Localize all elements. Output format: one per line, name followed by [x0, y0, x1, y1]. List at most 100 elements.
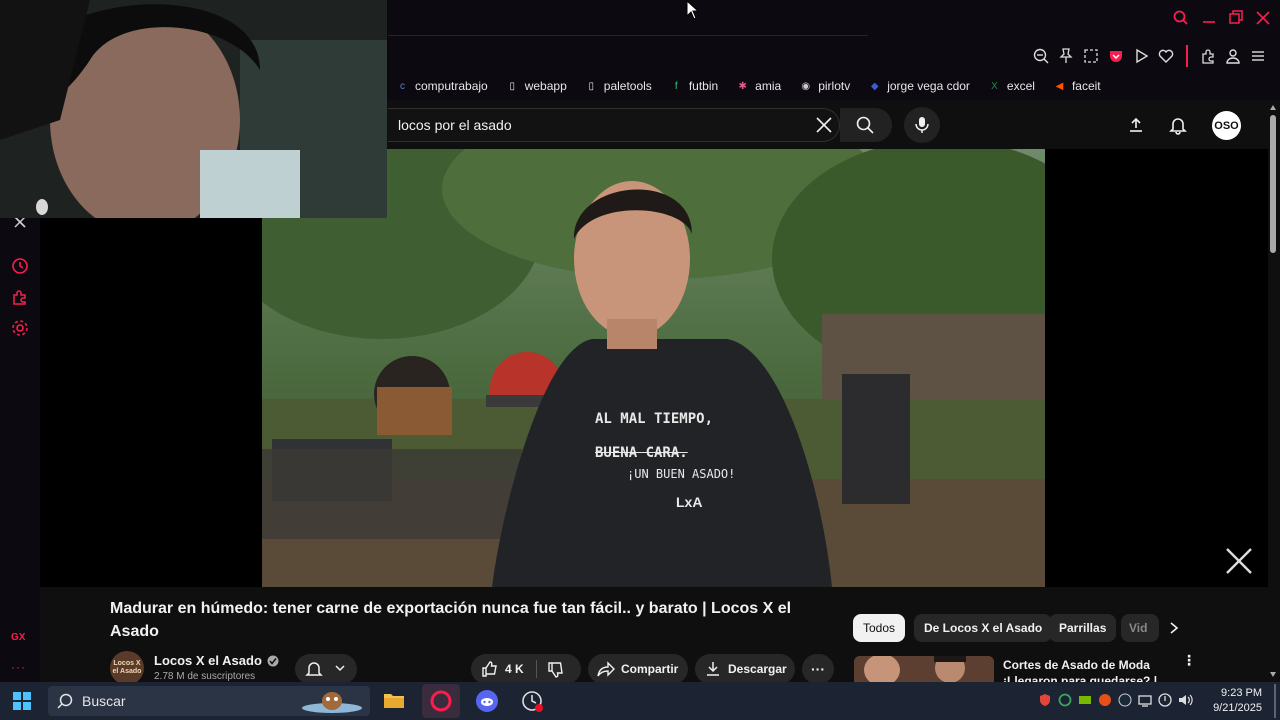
taskbar-search-box[interactable]: Buscar: [48, 686, 370, 716]
bookmark-favicon-icon: X: [991, 80, 998, 92]
restore-icon[interactable]: [1227, 9, 1245, 27]
clear-search-icon[interactable]: [814, 115, 834, 135]
account-avatar[interactable]: OSO: [1212, 111, 1241, 140]
channel-name-row[interactable]: Locos X el Asado: [154, 653, 279, 668]
download-button[interactable]: Descargar: [695, 654, 795, 684]
webcam-overlay: [0, 0, 387, 218]
like-icon[interactable]: [481, 660, 499, 678]
bookmark-item[interactable]: ▯ webapp: [506, 79, 567, 93]
pocket-icon[interactable]: [1107, 47, 1125, 65]
system-tray: [1038, 693, 1194, 707]
bookmark-label: webapp: [524, 79, 567, 93]
bookmark-label: jorge vega cdor: [887, 79, 970, 93]
chip-videos[interactable]: Vid: [1121, 614, 1159, 642]
crossed-swords-icon[interactable]: [1224, 546, 1254, 576]
bookmark-favicon-icon: ◉: [801, 80, 811, 92]
volume-tray-icon[interactable]: [1178, 693, 1194, 707]
bookmark-item[interactable]: c computrabajo: [396, 79, 488, 93]
subscription-bell-button[interactable]: [295, 654, 357, 684]
more-actions-button[interactable]: ···: [802, 654, 834, 684]
steam-client-icon[interactable]: [521, 690, 545, 714]
minimize-icon[interactable]: [1200, 9, 1218, 27]
zoom-out-icon[interactable]: [1032, 47, 1050, 65]
amd-tray-icon[interactable]: [1098, 693, 1112, 707]
player-icon[interactable]: [1132, 47, 1150, 65]
close-window-icon[interactable]: [1254, 9, 1272, 27]
green-circle-tray-icon[interactable]: [1058, 693, 1072, 707]
bookmark-label: paletools: [603, 79, 652, 93]
file-explorer-icon[interactable]: [383, 690, 405, 710]
search-highlight-icon: [300, 688, 364, 714]
more-horiz-icon: ···: [811, 661, 825, 677]
scroll-up-arrow-icon[interactable]: [1269, 104, 1277, 112]
gx-label[interactable]: GX: [11, 632, 25, 643]
network-tray-icon[interactable]: [1138, 693, 1152, 707]
chip-channel[interactable]: De Locos X el Asado: [914, 614, 1053, 642]
shield-tray-icon[interactable]: [1038, 693, 1052, 707]
power-tray-icon[interactable]: [1158, 693, 1172, 707]
share-label: Compartir: [621, 662, 679, 676]
upload-icon[interactable]: [1127, 116, 1145, 134]
channel-name[interactable]: Locos X el Asado: [154, 653, 262, 668]
notifications-bell-icon[interactable]: [1168, 115, 1188, 135]
discord-icon[interactable]: [476, 690, 498, 712]
search-icon: [856, 116, 874, 134]
bookmark-item[interactable]: ✱ amia: [736, 79, 781, 93]
dislike-icon[interactable]: [547, 661, 565, 679]
scrollbar-thumb[interactable]: [1270, 115, 1276, 253]
bookmark-item[interactable]: ◉ pirlotv: [799, 79, 850, 93]
toolbar-icons: [1032, 45, 1267, 67]
recommended-menu-icon[interactable]: ⋮: [1182, 653, 1196, 667]
easy-setup-menu-icon[interactable]: [1249, 47, 1267, 65]
bookmark-item[interactable]: Xexcel: [988, 79, 1035, 93]
video-title: Madurar en húmedo: tener carne de export…: [110, 600, 792, 640]
taskbar-search-placeholder: Buscar: [82, 693, 126, 709]
voice-search-button[interactable]: [904, 107, 940, 143]
extensions-puzzle-icon[interactable]: [10, 287, 30, 307]
pin-icon[interactable]: [1057, 47, 1075, 65]
search-tabs-icon[interactable]: [1172, 9, 1190, 27]
snapshot-icon[interactable]: [1082, 47, 1100, 65]
bookmark-item[interactable]: ▯ paletools: [585, 79, 652, 93]
bookmark-favicon-icon: ✱: [738, 80, 747, 92]
scroll-down-arrow-icon[interactable]: [1269, 670, 1277, 678]
extensions-icon[interactable]: [1199, 47, 1217, 65]
chip-next-chevron-icon[interactable]: [1166, 620, 1182, 636]
bookmark-item[interactable]: ◀ faceit: [1053, 79, 1101, 93]
taskbar-clock[interactable]: 9:23 PM 9/21/2025: [1212, 686, 1262, 716]
recommended-title[interactable]: Cortes de Asado de Moda ¡Llegaron para q…: [1003, 657, 1173, 682]
steam-tray-icon[interactable]: [1118, 693, 1132, 707]
bookmark-favicon-icon: c: [400, 80, 405, 92]
channel-avatar[interactable]: Locos X el Asado: [110, 651, 144, 685]
history-clock-icon[interactable]: [10, 256, 30, 276]
bookmark-item[interactable]: ◆ jorge vega cdor: [868, 79, 970, 93]
like-dislike-group: 4 K: [471, 654, 581, 684]
download-label: Descargar: [728, 662, 787, 676]
search-button[interactable]: [840, 108, 892, 142]
show-desktop-button[interactable]: [1274, 684, 1276, 718]
taskbar-search-icon: [57, 693, 73, 709]
share-button[interactable]: Compartir: [588, 654, 688, 684]
toolbar-separator: [1186, 45, 1188, 67]
like-divider: [536, 660, 537, 678]
profile-icon[interactable]: [1224, 47, 1242, 65]
like-count[interactable]: 4 K: [505, 662, 524, 676]
settings-gear-icon[interactable]: [10, 318, 30, 338]
bookmark-item[interactable]: f futbin: [670, 79, 718, 93]
nvidia-tray-icon[interactable]: [1078, 693, 1092, 707]
bookmark-favicon-icon: ▯: [509, 80, 515, 92]
opera-gx-taskbar-button[interactable]: [422, 684, 460, 718]
microphone-icon: [915, 117, 929, 133]
chip-all[interactable]: Todos: [853, 614, 906, 642]
windows-start-icon[interactable]: [13, 692, 31, 710]
more-dots-icon[interactable]: ···: [11, 660, 26, 674]
shirt-logo: LxA: [676, 494, 703, 510]
chip-parrillas[interactable]: Parrillas: [1049, 614, 1117, 642]
bookmark-label: computrabajo: [415, 79, 488, 93]
chevron-down-icon: [333, 661, 347, 675]
favorites-heart-icon[interactable]: [1157, 47, 1175, 65]
search-input[interactable]: locos por el asado: [398, 117, 512, 133]
recommended-thumbnail[interactable]: [854, 656, 994, 682]
bookmark-label: faceit: [1071, 79, 1101, 93]
mouse-cursor-icon: [686, 0, 700, 20]
